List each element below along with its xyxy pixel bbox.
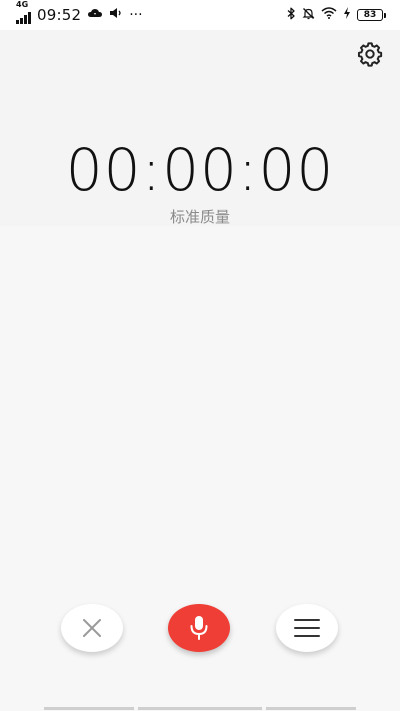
status-bar: 4G 09:52 ··· 83: [0, 0, 400, 30]
gear-icon: [357, 42, 383, 67]
silent-icon: [302, 7, 315, 24]
wifi-icon: [321, 7, 337, 23]
cancel-button[interactable]: [61, 604, 123, 652]
menu-icon: [294, 619, 320, 637]
battery-icon: 83: [357, 9, 386, 21]
record-button[interactable]: [168, 604, 230, 652]
status-right: 83: [287, 7, 386, 24]
clock: 09:52: [37, 6, 82, 24]
recordings-list-button[interactable]: [276, 604, 338, 652]
close-icon: [83, 619, 101, 637]
microphone-icon: [190, 616, 208, 640]
status-left: 4G 09:52 ···: [16, 0, 143, 24]
more-indicator: ···: [129, 7, 143, 23]
elapsed-time: 00:00:00: [65, 136, 335, 204]
network-type: 4G: [16, 0, 29, 9]
signal-icon: 4G: [16, 0, 31, 24]
bluetooth-icon: [287, 7, 296, 24]
settings-button[interactable]: [356, 40, 384, 68]
quality-label[interactable]: 标准质量: [0, 206, 400, 227]
bottom-tab-indicators: [0, 707, 400, 711]
battery-level: 83: [363, 10, 377, 20]
weather-icon: [87, 7, 103, 23]
charging-icon: [343, 7, 351, 23]
recording-controls: [0, 600, 400, 656]
speaker-icon: [109, 7, 123, 23]
